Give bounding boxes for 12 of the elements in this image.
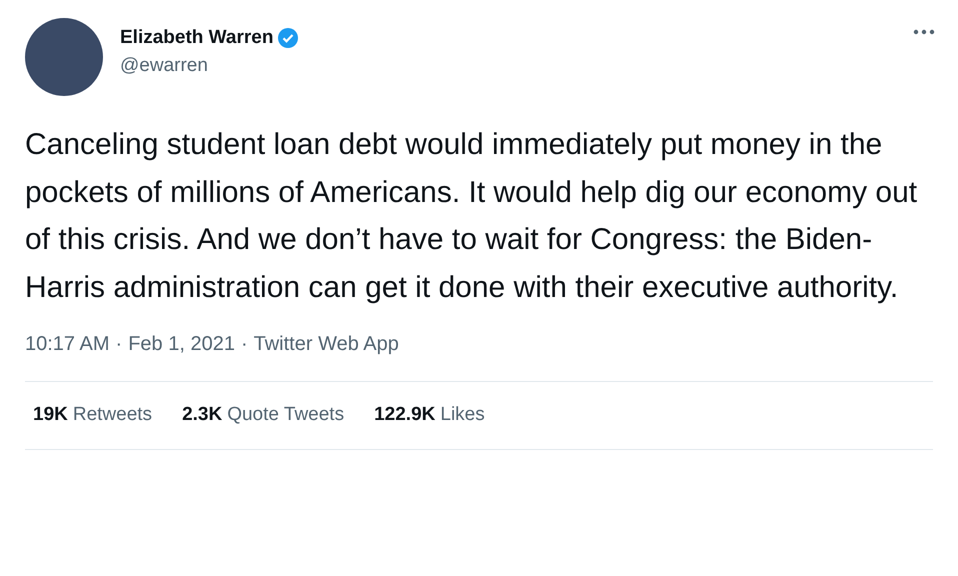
more-options-icon[interactable] xyxy=(912,28,936,36)
author-name[interactable]: Elizabeth Warren xyxy=(120,27,274,49)
tweet-text: Canceling student loan debt would immediately put money in the pockets of millions of Americans. It would help dig our economy out of this crisis. And we don’t have to wait for Congress: the Biden-Harris administration can get it done with their executive authority. xyxy=(25,127,918,306)
date-link[interactable]: Feb 1, 2021 xyxy=(128,333,235,356)
stat-link[interactable]: 19K Retweets xyxy=(33,404,152,426)
separator-dot: · xyxy=(116,333,122,356)
separator-dot: · xyxy=(240,333,248,356)
source-link[interactable]: Twitter Web App xyxy=(254,333,399,356)
time-link[interactable]: 10:17 AM xyxy=(25,333,110,356)
stat-link[interactable]: 2.3K Quote Tweets xyxy=(182,404,344,426)
author-handle[interactable]: @ewarren xyxy=(120,55,912,77)
stat-link[interactable]: 122.9K Likes xyxy=(374,404,485,426)
